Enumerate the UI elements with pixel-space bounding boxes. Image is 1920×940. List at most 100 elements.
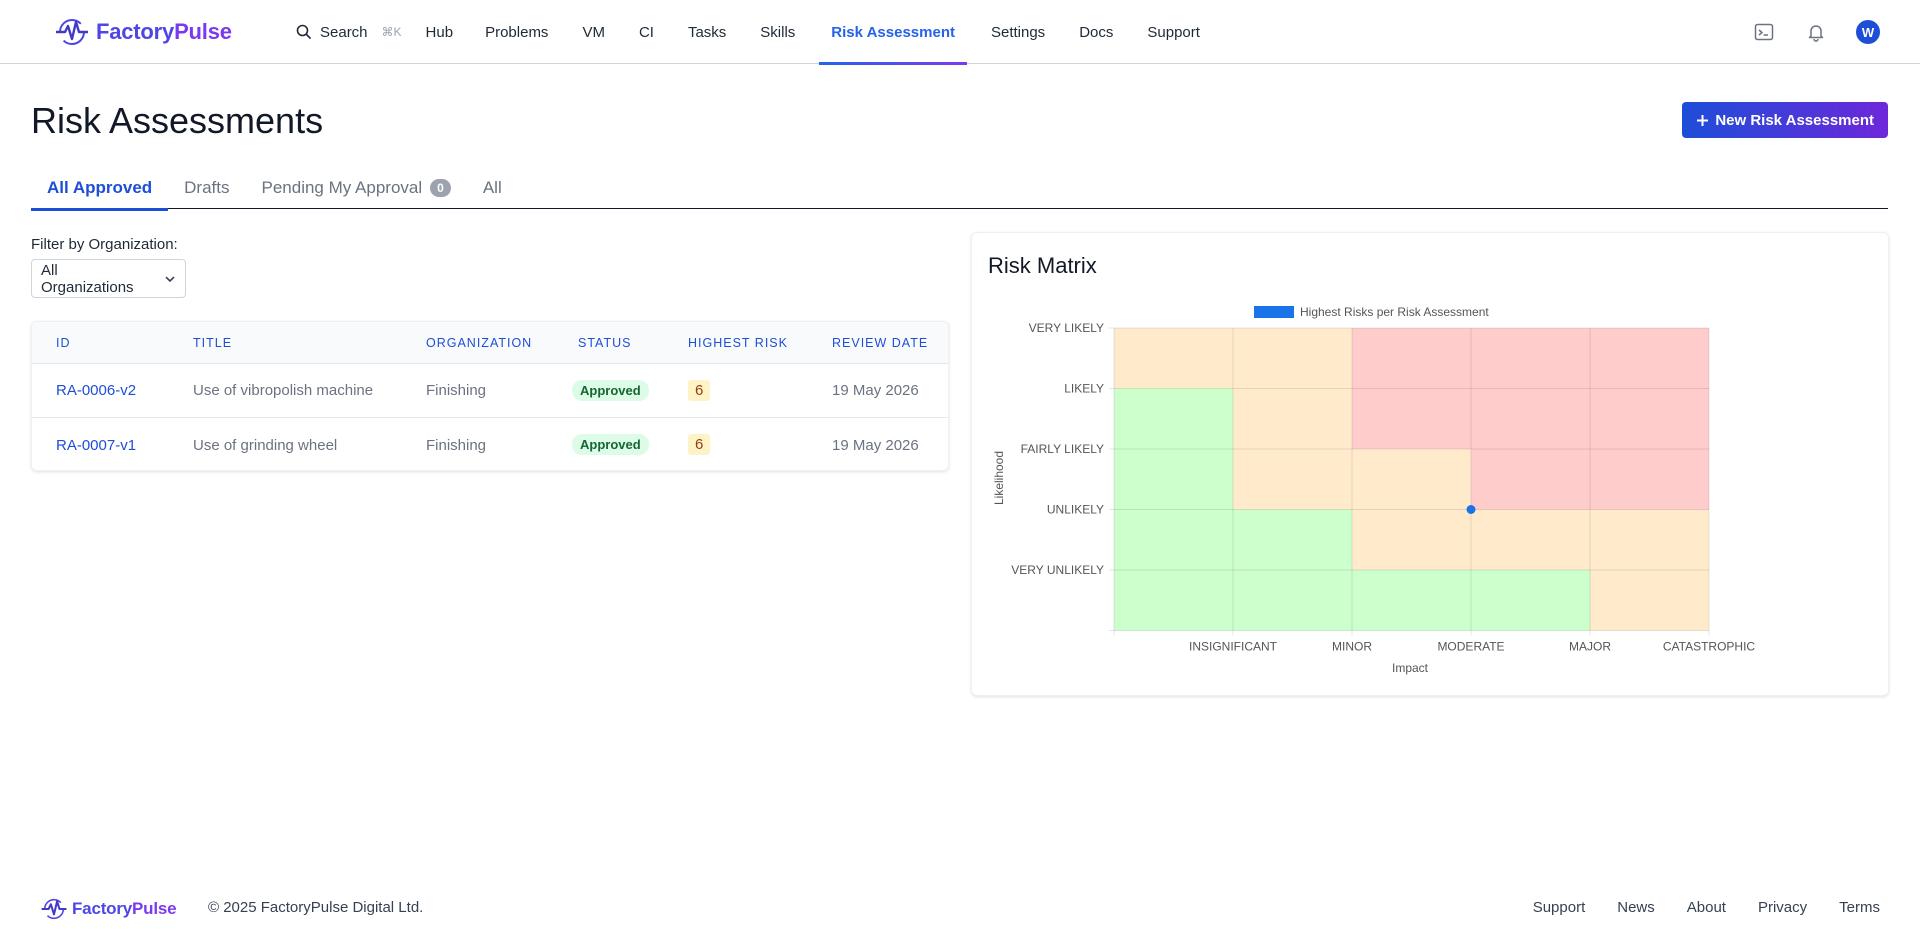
risk-data-point[interactable] <box>1466 505 1476 514</box>
organization-select-value: All Organizations <box>41 261 134 296</box>
new-risk-assessment-label: New Risk Assessment <box>1715 111 1874 129</box>
matrix-cell <box>1471 509 1590 570</box>
chevron-down-icon <box>165 275 175 282</box>
terminal-icon[interactable] <box>1752 20 1776 44</box>
brand-name-a: Factory <box>96 19 175 44</box>
page-title: Risk Assessments <box>31 100 324 141</box>
tab-drafts[interactable]: Drafts <box>168 166 245 209</box>
footer-logo[interactable]: FactoryPulse <box>40 895 177 923</box>
tab-all-approved[interactable]: All Approved <box>31 166 169 211</box>
nav-item-problems[interactable]: Problems <box>485 0 548 64</box>
tab-label: All <box>482 177 502 197</box>
top-nav: FactoryPulse Search ⌘K Hub Problems VM C… <box>0 0 1920 65</box>
matrix-cell <box>1471 449 1590 510</box>
tab-pending-my-approval[interactable]: Pending My Approval 0 <box>246 166 467 209</box>
risk-matrix-chart: VERY LIKELY LIKELY FAIRLY LIKELY UNLIKELY VE… <box>992 305 1756 675</box>
copyright-text: © 2025 FactoryPulse Digital Ltd. <box>208 899 424 916</box>
nav-item-hub[interactable]: Hub <box>426 0 454 64</box>
matrix-cell <box>1352 388 1471 449</box>
row-organization: Finishing <box>426 382 487 399</box>
nav-item-ci[interactable]: CI <box>639 0 654 64</box>
y-tick-label: FAIRLY LIKELY <box>1021 442 1104 456</box>
tab-all[interactable]: All <box>467 166 518 209</box>
brand-logo[interactable]: FactoryPulse <box>54 14 232 50</box>
nav-item-risk-assessment[interactable]: Risk Assessment <box>819 0 967 65</box>
legend-label[interactable]: Highest Risks per Risk Assessment <box>1300 305 1489 319</box>
matrix-cell <box>1471 388 1590 449</box>
risk-score-badge: 6 <box>688 379 711 401</box>
footer: FactoryPulse © 2025 FactoryPulse Digital… <box>0 886 1920 940</box>
x-tick-label: INSIGNIFICANT <box>1189 640 1278 654</box>
row-id-link[interactable]: RA-0007-v1 <box>56 437 136 454</box>
footer-links: Support News About Privacy Terms <box>1533 899 1880 916</box>
row-id-link[interactable]: RA-0006-v2 <box>56 382 136 399</box>
matrix-cell <box>1352 509 1471 570</box>
matrix-cell <box>1233 388 1352 449</box>
matrix-cell <box>1352 328 1471 389</box>
matrix-cell <box>1233 328 1352 389</box>
footer-link-support[interactable]: Support <box>1533 899 1586 916</box>
matrix-cell <box>1590 449 1709 510</box>
nav-item-skills[interactable]: Skills <box>760 0 795 64</box>
footer-link-about[interactable]: About <box>1687 899 1726 916</box>
pulse-logo-icon <box>56 19 88 45</box>
column-header-id[interactable]: ID <box>56 336 71 350</box>
matrix-cell <box>1233 509 1352 570</box>
column-header-highest-risk[interactable]: HIGHEST RISK <box>688 336 788 350</box>
row-status-cell: Approved <box>572 434 649 455</box>
x-tick-label: MODERATE <box>1437 640 1504 654</box>
nav-item-support[interactable]: Support <box>1147 0 1200 64</box>
row-organization: Finishing <box>426 436 487 454</box>
footer-link-privacy[interactable]: Privacy <box>1758 899 1807 916</box>
status-badge: Approved <box>572 434 649 455</box>
nav-actions: W <box>1752 20 1880 44</box>
row-review-date: 19 May 2026 <box>832 436 919 454</box>
matrix-cell <box>1471 570 1590 631</box>
nav-item-docs[interactable]: Docs <box>1079 0 1113 64</box>
x-tick-label: CATASTROPHIC <box>1663 640 1756 654</box>
bell-icon[interactable] <box>1804 20 1828 44</box>
organization-select[interactable]: All Organizations <box>31 259 186 298</box>
matrix-cell <box>1114 449 1233 510</box>
search-icon <box>296 24 312 40</box>
matrix-cell <box>1233 449 1352 510</box>
matrix-cell <box>1114 388 1233 449</box>
footer-link-news[interactable]: News <box>1617 899 1655 916</box>
new-risk-assessment-button[interactable]: New Risk Assessment <box>1682 102 1888 138</box>
y-axis-label: Likelihood <box>992 451 1006 505</box>
column-header-status[interactable]: STATUS <box>578 336 631 350</box>
y-tick-label: VERY UNLIKELY <box>1011 563 1104 577</box>
legend-swatch <box>1254 306 1294 318</box>
row-review-date: 19 May 2026 <box>832 382 919 399</box>
table-row[interactable]: RA-0007-v1 Use of grinding wheel Finishi… <box>32 418 948 472</box>
column-header-title[interactable]: TITLE <box>193 336 232 350</box>
risk-assessments-table: ID TITLE ORGANIZATION STATUS HIGHEST RIS… <box>31 321 949 471</box>
tab-label: Pending My Approval <box>261 177 423 197</box>
row-risk-cell: 6 <box>688 379 711 401</box>
nav-item-settings[interactable]: Settings <box>991 0 1045 64</box>
nav-menu: Search ⌘K Hub Problems VM CI Tasks Skill… <box>296 0 1200 65</box>
nav-item-tasks[interactable]: Tasks <box>688 0 726 64</box>
table-row[interactable]: RA-0006-v2 Use of vibropolish machine Fi… <box>32 364 948 418</box>
table-header: ID TITLE ORGANIZATION STATUS HIGHEST RIS… <box>32 322 948 364</box>
brand-name-a: Factory <box>72 899 133 918</box>
risk-matrix-card: Risk Matrix VERY LIKELY LIKELY FAIRLY LIKE… <box>971 232 1889 696</box>
y-tick-label: VERY LIKELY <box>1029 321 1104 335</box>
count-badge: 0 <box>430 178 451 197</box>
matrix-cell <box>1352 449 1471 510</box>
row-status-cell: Approved <box>572 379 649 401</box>
row-title: Use of vibropolish machine <box>193 382 374 399</box>
nav-item-vm[interactable]: VM <box>582 0 605 64</box>
matrix-cell <box>1590 328 1709 389</box>
avatar[interactable]: W <box>1856 20 1880 44</box>
matrix-cell <box>1114 509 1233 570</box>
status-badge: Approved <box>572 379 649 401</box>
matrix-cell <box>1352 570 1471 631</box>
search-label: Search <box>320 23 368 41</box>
risk-score-badge: 6 <box>688 434 711 455</box>
footer-link-terms[interactable]: Terms <box>1839 899 1880 916</box>
column-header-review-date[interactable]: REVIEW DATE <box>832 336 928 350</box>
pulse-logo-icon <box>41 898 67 920</box>
column-header-organization[interactable]: ORGANIZATION <box>426 336 532 350</box>
nav-search[interactable]: Search ⌘K <box>296 0 402 64</box>
